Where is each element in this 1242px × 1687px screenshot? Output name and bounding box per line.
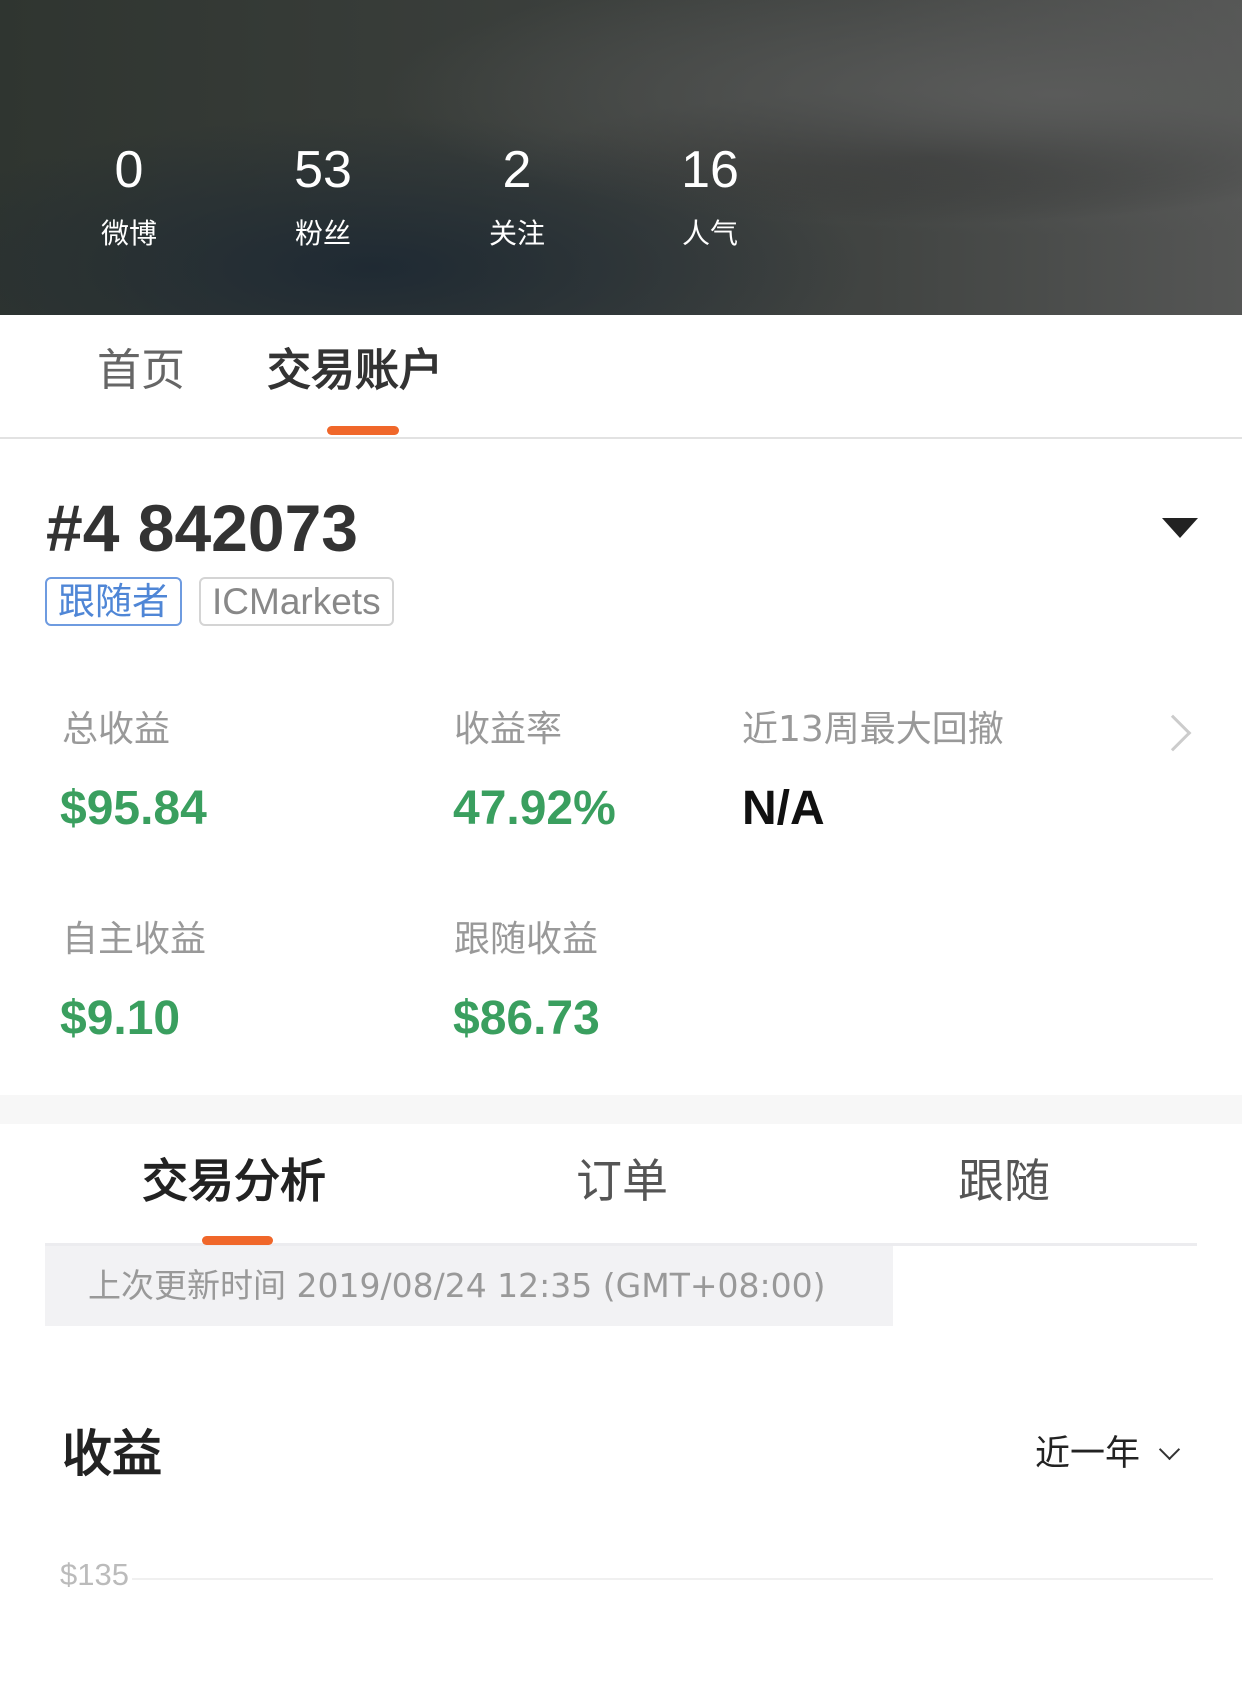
tab-trading-account[interactable]: 交易账户 bbox=[267, 344, 443, 398]
metric-label: 总收益 bbox=[62, 709, 171, 750]
metric-max-drawdown: N/A bbox=[742, 782, 825, 835]
last-updated-bar: 上次更新时间 2019/08/24 12:35 (GMT+08:00) bbox=[45, 1246, 893, 1326]
active-subtab-indicator bbox=[202, 1236, 273, 1245]
revenue-title: 收益 bbox=[62, 1425, 162, 1483]
subtab-orders[interactable]: 订单 bbox=[576, 1153, 668, 1209]
metric-label: 自主收益 bbox=[62, 919, 207, 960]
tab-home[interactable]: 首页 bbox=[97, 344, 185, 398]
stat-value: 2 bbox=[502, 141, 532, 199]
subtab-follow[interactable]: 跟随 bbox=[958, 1153, 1050, 1209]
stat-label: 粉丝 bbox=[294, 217, 351, 250]
divider bbox=[0, 437, 1242, 439]
broker-badge: ICMarkets bbox=[199, 577, 394, 626]
subtab-analysis[interactable]: 交易分析 bbox=[142, 1153, 326, 1209]
chevron-down-icon[interactable] bbox=[1158, 1438, 1181, 1461]
stat-label: 人气 bbox=[681, 217, 738, 250]
stat-label: 微博 bbox=[100, 217, 157, 250]
y-axis-tick: $135 bbox=[60, 1557, 129, 1592]
metric-label: 近13周最大回撤 bbox=[742, 709, 1004, 750]
account-dropdown-icon[interactable] bbox=[1162, 518, 1198, 538]
chevron-right-icon[interactable] bbox=[1154, 714, 1192, 752]
metric-follow-profit: $86.73 bbox=[453, 992, 600, 1045]
stat-value: 0 bbox=[114, 141, 144, 199]
section-separator bbox=[0, 1095, 1242, 1124]
metric-label: 跟随收益 bbox=[454, 919, 599, 960]
stat-value: 53 bbox=[294, 141, 352, 199]
metric-total-profit: $95.84 bbox=[60, 782, 207, 835]
stat-weibo[interactable]: 0 微博 bbox=[69, 140, 189, 252]
profile-header: 0 微博 53 粉丝 2 关注 16 人气 bbox=[0, 0, 1242, 315]
stat-value: 16 bbox=[681, 141, 739, 199]
metric-self-profit: $9.10 bbox=[60, 992, 181, 1045]
last-updated-text: 上次更新时间 2019/08/24 12:35 (GMT+08:00) bbox=[88, 1266, 826, 1305]
metric-label: 收益率 bbox=[454, 709, 563, 750]
stat-fans[interactable]: 53 粉丝 bbox=[263, 140, 383, 252]
gridline bbox=[132, 1578, 1213, 1580]
active-tab-indicator bbox=[327, 426, 399, 435]
stat-label: 关注 bbox=[488, 217, 545, 250]
stat-popularity[interactable]: 16 人气 bbox=[650, 140, 770, 252]
account-number: #4 842073 bbox=[46, 491, 358, 565]
metric-return-rate: 47.92% bbox=[453, 782, 616, 835]
stat-following[interactable]: 2 关注 bbox=[457, 140, 577, 252]
range-selector[interactable]: 近一年 bbox=[1035, 1432, 1140, 1476]
role-badge: 跟随者 bbox=[45, 577, 182, 626]
